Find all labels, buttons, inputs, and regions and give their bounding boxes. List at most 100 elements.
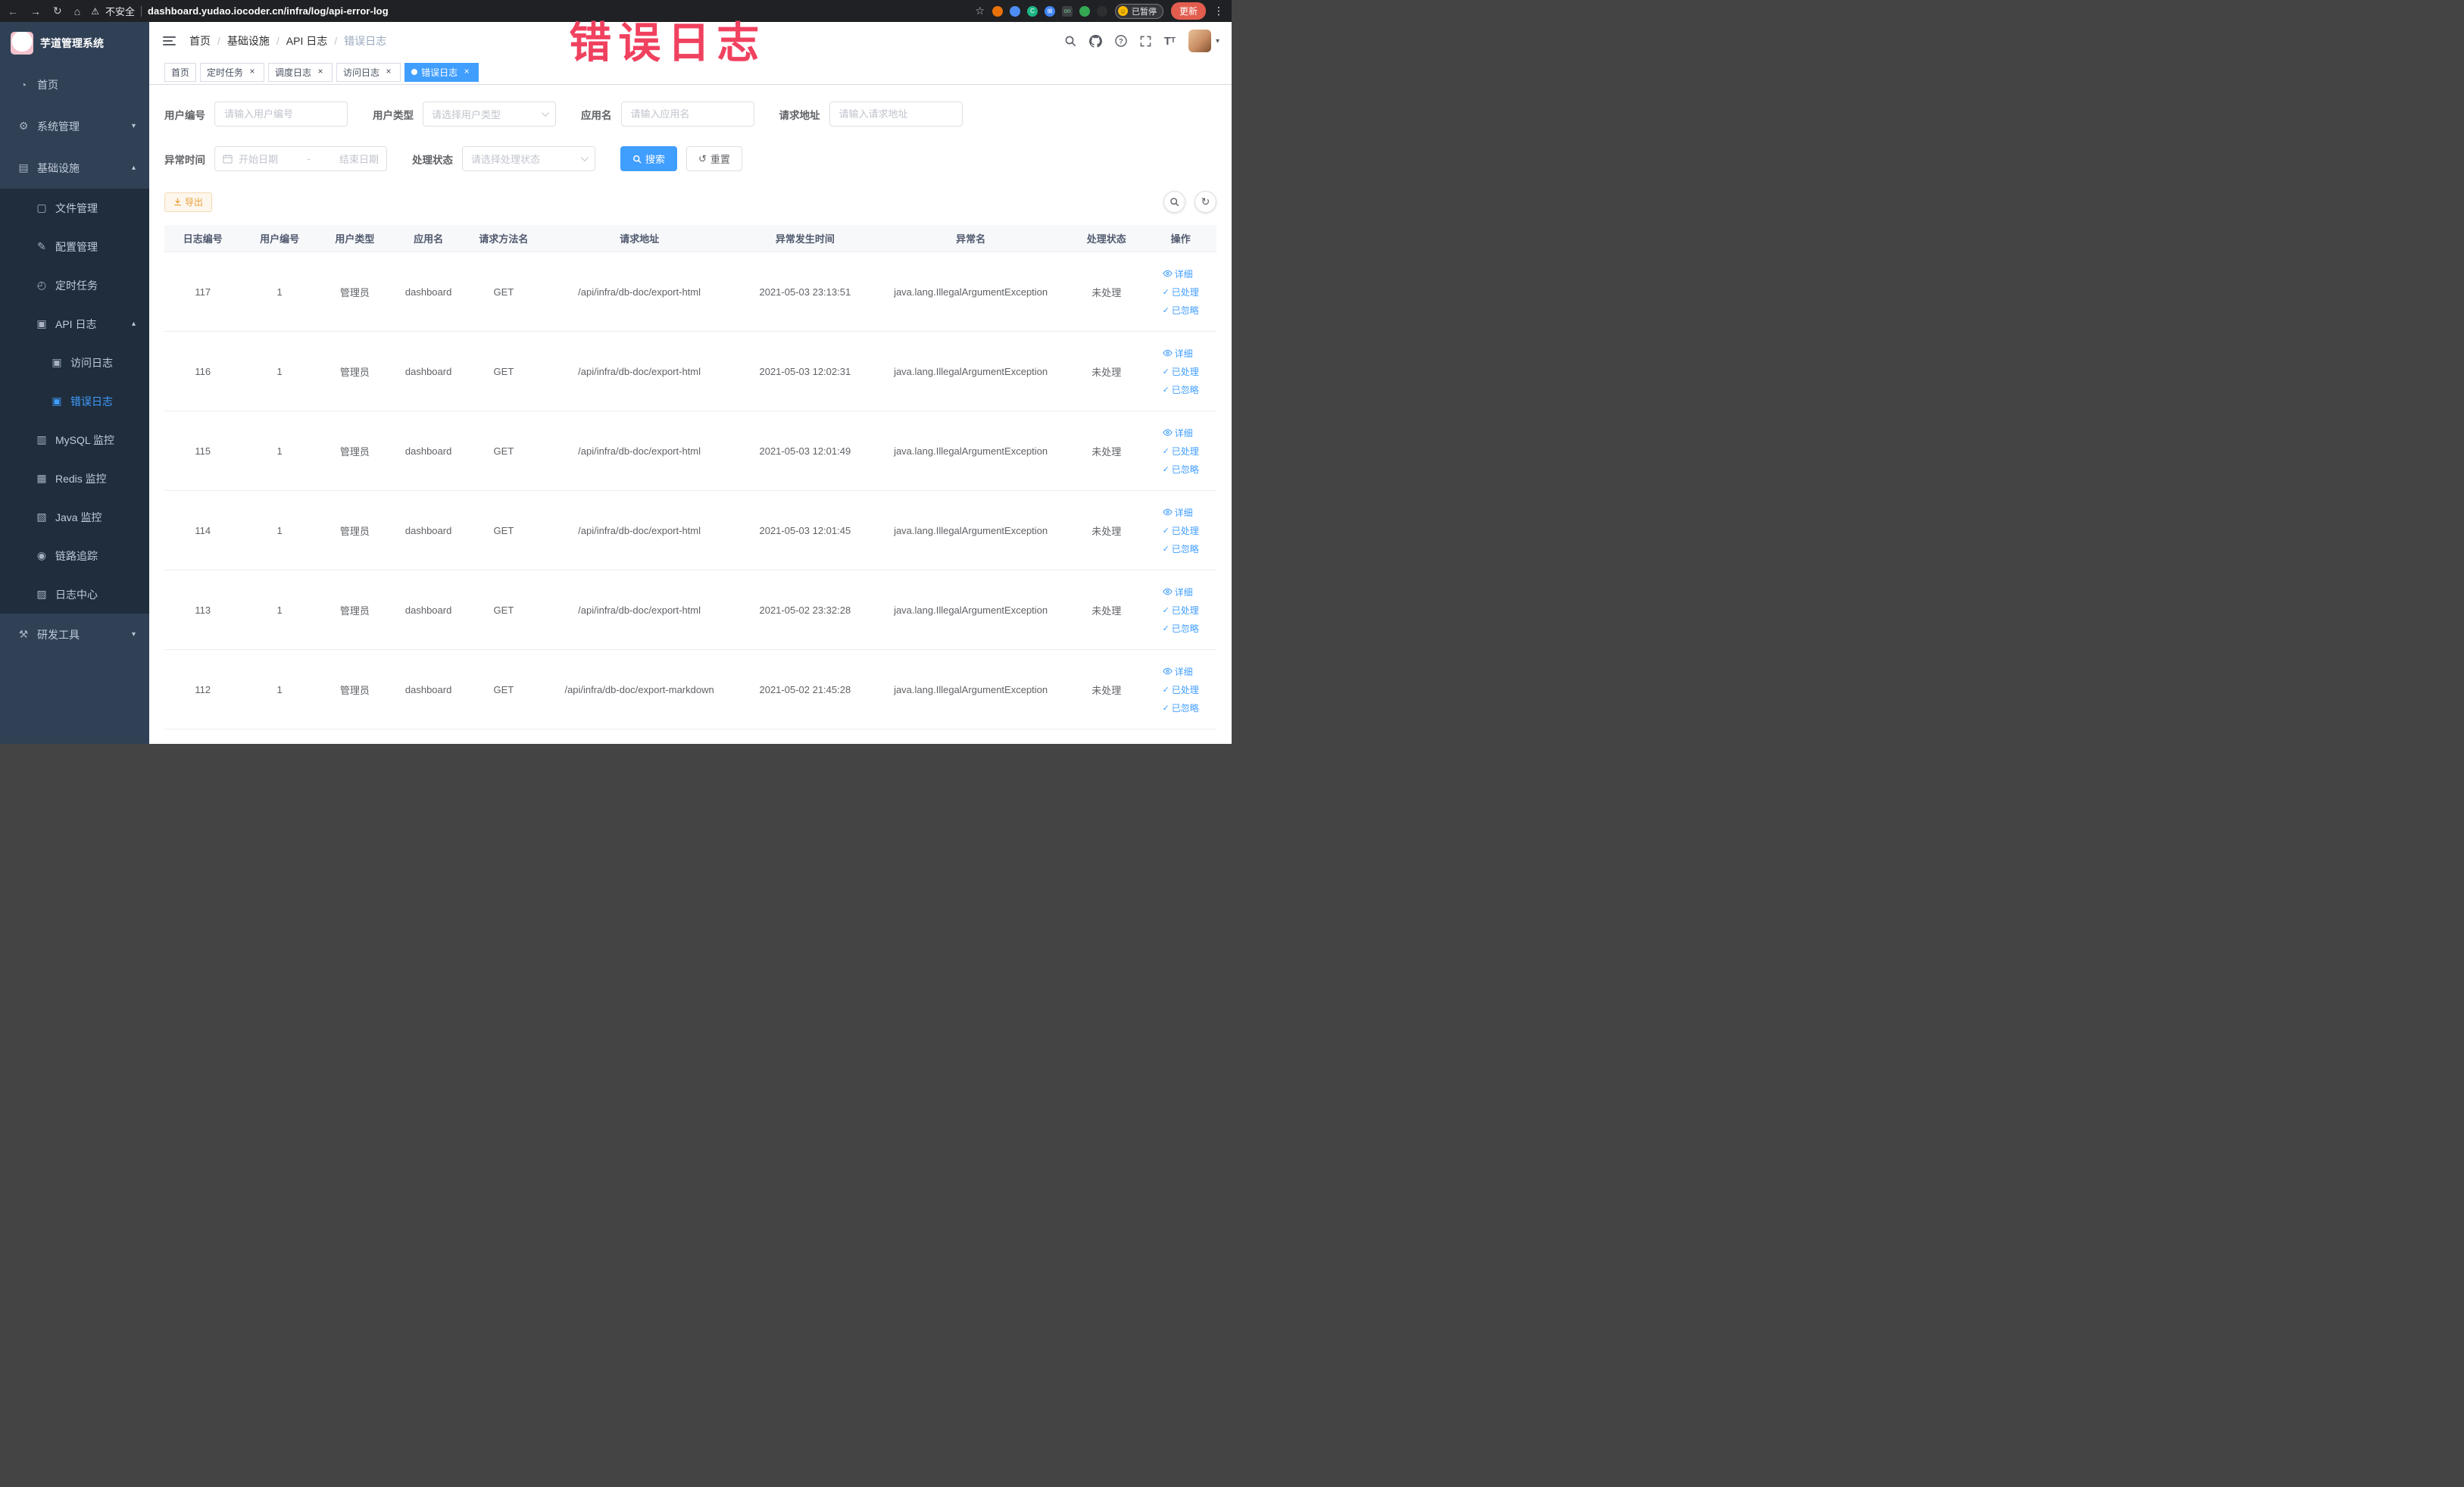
ext-on-badge-icon[interactable]: on bbox=[1061, 5, 1073, 17]
check-icon: ✓ bbox=[1162, 367, 1170, 376]
user-menu[interactable]: ▾ bbox=[1188, 30, 1220, 52]
sidebar-item-error-log[interactable]: ▣ 错误日志 bbox=[0, 382, 149, 420]
chevron-down-icon: ▾ bbox=[131, 122, 136, 130]
reload-icon[interactable]: ↻ bbox=[53, 5, 62, 17]
table-tools: ↻ bbox=[1163, 191, 1216, 213]
sidebar-item-infra[interactable]: ▤ 基础设施 ▴ bbox=[0, 147, 149, 189]
check-icon: ✓ bbox=[1162, 526, 1170, 536]
search-icon[interactable] bbox=[1064, 35, 1076, 47]
cell-time: 2021-05-03 12:01:49 bbox=[759, 445, 851, 457]
font-size-icon[interactable]: TT bbox=[1164, 36, 1176, 47]
sidebar-item-file[interactable]: ▢ 文件管理 bbox=[0, 189, 149, 227]
sidebar-item-trace[interactable]: ◉ 链路追踪 bbox=[0, 536, 149, 575]
action-processed[interactable]: ✓ 已处理 bbox=[1163, 286, 1199, 298]
address-bar[interactable]: ⚠ 不安全 dashboard.yudao.iocoder.cn/infra/l… bbox=[91, 4, 389, 18]
tab-访问日志[interactable]: 访问日志 × bbox=[336, 62, 401, 82]
close-tab-icon[interactable]: × bbox=[315, 67, 326, 77]
navbar-right: ? TT ▾ bbox=[1064, 30, 1220, 52]
action-processed[interactable]: ✓ 已处理 bbox=[1163, 604, 1199, 617]
ext-blue-grid-icon[interactable]: ⊞ bbox=[1044, 5, 1055, 17]
cell-actions: 详细 ✓ 已处理 ✓ 已忽略 bbox=[1145, 650, 1216, 729]
close-tab-icon[interactable]: × bbox=[383, 67, 394, 77]
navbar: 首页 / 基础设施 / API 日志 / 错误日志 ? TT ▾ bbox=[149, 22, 1232, 60]
sidebar-item-home[interactable]: ◔ 首页 bbox=[0, 64, 149, 105]
github-icon[interactable] bbox=[1088, 34, 1102, 48]
breadcrumb-item[interactable]: API 日志 bbox=[286, 33, 327, 48]
chevron-down-icon bbox=[580, 154, 589, 162]
ext-green-leaf-icon[interactable] bbox=[1079, 5, 1090, 17]
action-processed[interactable]: ✓ 已处理 bbox=[1163, 524, 1199, 537]
sidebar-item-access-log[interactable]: ▣ 访问日志 bbox=[0, 343, 149, 382]
fullscreen-icon[interactable] bbox=[1140, 36, 1151, 47]
refresh-button[interactable]: ↻ bbox=[1195, 191, 1216, 213]
tab-label: 首页 bbox=[171, 67, 190, 78]
search-toggle-button[interactable] bbox=[1163, 191, 1185, 213]
action-processed[interactable]: ✓ 已处理 bbox=[1163, 683, 1199, 696]
sidebar-item-label: Redis 监控 bbox=[55, 472, 107, 485]
back-icon[interactable]: ← bbox=[8, 5, 18, 17]
select-placeholder: 请选择用户类型 bbox=[432, 109, 501, 120]
url-text[interactable]: dashboard.yudao.iocoder.cn/infra/log/api… bbox=[148, 5, 389, 17]
help-icon[interactable]: ? bbox=[1114, 35, 1127, 47]
action-ignored[interactable]: ✓ 已忽略 bbox=[1163, 463, 1199, 476]
sidebar-item-java[interactable]: ▧ Java 监控 bbox=[0, 498, 149, 536]
cell-method: GET bbox=[493, 365, 514, 377]
update-button[interactable]: 更新 bbox=[1170, 2, 1206, 20]
hamburger-icon[interactable] bbox=[161, 33, 177, 48]
action-ignored[interactable]: ✓ 已忽略 bbox=[1163, 383, 1199, 396]
action-detail[interactable]: 详细 bbox=[1162, 506, 1193, 519]
eye-icon bbox=[1162, 270, 1173, 277]
tab-label: 错误日志 bbox=[421, 67, 458, 78]
close-tab-icon[interactable]: × bbox=[461, 67, 472, 77]
cell-time: 2021-05-02 23:32:28 bbox=[759, 604, 851, 616]
action-ignored[interactable]: ✓ 已忽略 bbox=[1163, 542, 1199, 555]
reset-button[interactable]: ↺ 重置 bbox=[686, 146, 742, 171]
home-icon[interactable]: ⌂ bbox=[74, 5, 80, 17]
action-detail[interactable]: 详细 bbox=[1162, 586, 1193, 598]
cell-url: /api/infra/db-doc/export-html bbox=[578, 604, 701, 616]
action-detail[interactable]: 详细 bbox=[1162, 267, 1193, 280]
sidebar-item-job[interactable]: ◴ 定时任务 bbox=[0, 266, 149, 305]
app-name-input[interactable] bbox=[620, 102, 754, 127]
app-logo[interactable]: 芋道管理系统 bbox=[0, 22, 149, 64]
sidebar-item-log-center[interactable]: ▨ 日志中心 bbox=[0, 575, 149, 614]
action-ignored[interactable]: ✓ 已忽略 bbox=[1163, 304, 1199, 317]
action-detail[interactable]: 详细 bbox=[1162, 665, 1193, 678]
sidebar-item-redis[interactable]: ▦ Redis 监控 bbox=[0, 459, 149, 498]
sidebar-item-mysql[interactable]: ▥ MySQL 监控 bbox=[0, 420, 149, 459]
action-ignored[interactable]: ✓ 已忽略 bbox=[1163, 622, 1199, 635]
filter-row-1: 用户编号 用户类型 请选择用户类型 应用名 bbox=[164, 102, 1216, 127]
sidebar-item-api-log[interactable]: ▣ API 日志 ▴ bbox=[0, 305, 149, 343]
forward-icon[interactable]: → bbox=[30, 5, 41, 17]
request-url-input[interactable] bbox=[829, 102, 963, 127]
tab-调度日志[interactable]: 调度日志 × bbox=[268, 62, 333, 82]
action-processed[interactable]: ✓ 已处理 bbox=[1163, 365, 1199, 378]
chevron-up-icon: ▴ bbox=[131, 164, 136, 172]
user-type-select[interactable]: 请选择用户类型 bbox=[423, 102, 556, 127]
ext-orange-icon[interactable] bbox=[992, 5, 1003, 17]
paused-pill[interactable]: ☺ 已暂停 bbox=[1114, 3, 1163, 19]
action-detail[interactable]: 详细 bbox=[1162, 347, 1193, 360]
tab-首页[interactable]: 首页 bbox=[164, 62, 197, 82]
action-ignored[interactable]: ✓ 已忽略 bbox=[1163, 701, 1199, 714]
tab-错误日志[interactable]: 错误日志 × bbox=[404, 62, 479, 82]
sidebar-item-system[interactable]: ⚙ 系统管理 ▾ bbox=[0, 105, 149, 147]
sidebar-item-config[interactable]: ✎ 配置管理 bbox=[0, 227, 149, 266]
sidebar-item-dev-tools[interactable]: ⚒ 研发工具 ▾ bbox=[0, 614, 149, 655]
process-status-select[interactable]: 请选择处理状态 bbox=[462, 146, 595, 171]
action-processed[interactable]: ✓ 已处理 bbox=[1163, 445, 1199, 458]
ext-blue-drop-icon[interactable] bbox=[1009, 5, 1020, 17]
breadcrumb-item[interactable]: 基础设施 bbox=[227, 33, 270, 48]
bookmark-star-icon[interactable]: ☆ bbox=[975, 5, 985, 17]
close-tab-icon[interactable]: × bbox=[247, 67, 258, 77]
ext-green-circle-icon[interactable]: C bbox=[1026, 5, 1038, 17]
export-button[interactable]: 导出 bbox=[164, 192, 213, 212]
user-id-input[interactable] bbox=[214, 102, 348, 127]
ext-paw-icon[interactable] bbox=[1096, 5, 1107, 17]
breadcrumb-item[interactable]: 首页 bbox=[189, 33, 211, 48]
date-range-picker[interactable]: 开始日期 - 结束日期 bbox=[214, 146, 387, 171]
search-button[interactable]: 搜索 bbox=[620, 146, 678, 171]
action-detail[interactable]: 详细 bbox=[1162, 426, 1193, 439]
kebab-menu-icon[interactable]: ⋮ bbox=[1213, 5, 1224, 17]
tab-定时任务[interactable]: 定时任务 × bbox=[200, 62, 265, 82]
